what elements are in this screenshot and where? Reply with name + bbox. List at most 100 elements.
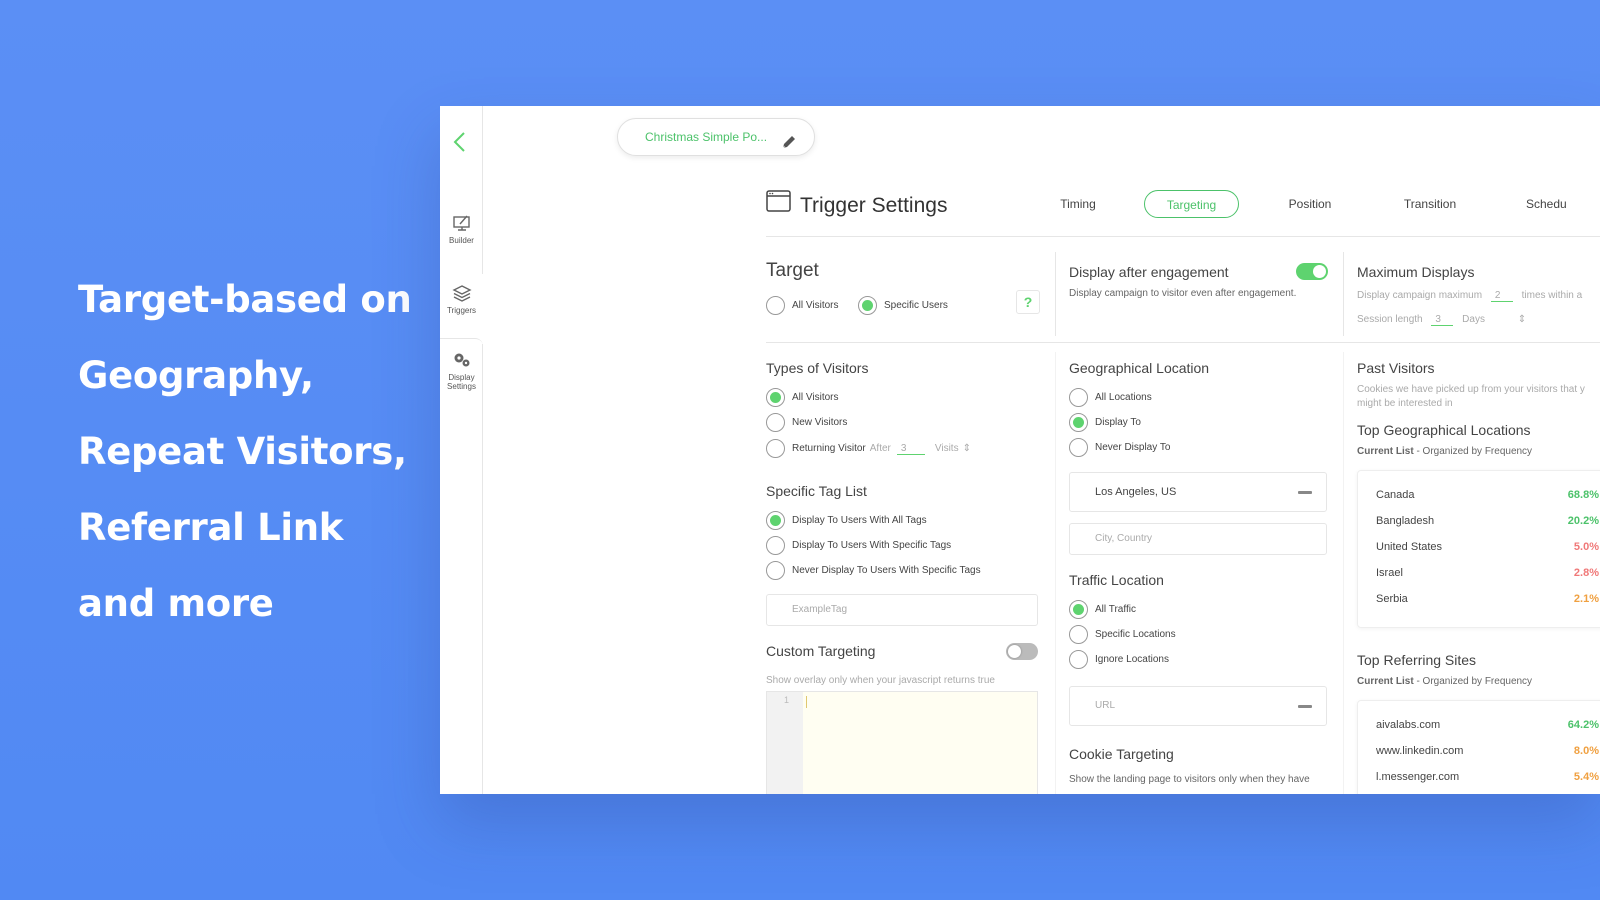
organized-by-label: - Organized by Frequency xyxy=(1413,446,1533,457)
visitors-all-radio[interactable]: All Visitors xyxy=(766,388,839,407)
radio-label: All Traffic xyxy=(1095,604,1136,615)
geo-never-radio[interactable]: Never Display To xyxy=(1069,438,1170,457)
after-visits-input[interactable]: 3 xyxy=(896,443,925,455)
geo-display-to-radio[interactable]: Display To xyxy=(1069,413,1141,432)
tab-schedule[interactable]: Schedu xyxy=(1514,190,1590,218)
remove-icon[interactable] xyxy=(1298,705,1312,708)
max-displays-suffix: times within a xyxy=(1521,290,1583,301)
radio-label: Display To Users With Specific Tags xyxy=(792,540,952,551)
back-arrow-icon[interactable] xyxy=(452,130,472,154)
help-button[interactable]: ? xyxy=(1016,290,1040,314)
country-percent: 68.8% xyxy=(1567,489,1599,501)
tab-targeting[interactable]: Targeting xyxy=(1144,190,1239,218)
past-visitors-description: might be interested in xyxy=(1357,398,1453,409)
traffic-all-radio[interactable]: All Traffic xyxy=(1069,600,1136,619)
text-cursor xyxy=(806,696,807,708)
past-visitors-description: Cookies we have picked up from your visi… xyxy=(1357,384,1585,395)
country-name: Serbia xyxy=(1376,593,1408,605)
headline-line: Repeat Visitors, xyxy=(78,430,407,473)
sidebar-item-builder[interactable]: Builder xyxy=(440,194,483,284)
url-placeholder: URL xyxy=(1095,700,1116,711)
code-editor[interactable]: 1 xyxy=(766,691,1038,794)
site-name: aivalabs.com xyxy=(1376,719,1441,731)
radio-label: Specific Locations xyxy=(1095,629,1176,640)
location-entry: Los Angeles, US xyxy=(1069,472,1327,512)
engagement-toggle[interactable] xyxy=(1296,263,1328,280)
traffic-ignore-radio[interactable]: Ignore Locations xyxy=(1069,650,1169,669)
geo-all-radio[interactable]: All Locations xyxy=(1069,388,1152,407)
sidebar-item-display-settings[interactable]: Display Settings xyxy=(440,338,483,408)
tags-specific-radio[interactable]: Display To Users With Specific Tags xyxy=(766,536,951,555)
divider xyxy=(1343,252,1344,336)
tab-timing[interactable]: Timing xyxy=(1040,190,1116,218)
cookie-title: Cookie Targeting xyxy=(1069,746,1174,762)
radio-label: All Visitors xyxy=(792,392,839,403)
tags-never-radio[interactable]: Never Display To Users With Specific Tag… xyxy=(766,561,981,580)
radio-label: Never Display To xyxy=(1095,442,1171,453)
list-item: aivalabs.com 64.2% xyxy=(1376,719,1600,731)
visitors-returning-radio[interactable]: Returning Visitor After 3 Visits ⇕ xyxy=(766,439,971,458)
divider xyxy=(1343,352,1344,794)
sidebar-item-label: Triggers xyxy=(446,306,477,315)
select-arrows-icon: ⇕ xyxy=(1517,314,1527,325)
tag-input[interactable]: ExampleTag xyxy=(766,594,1038,626)
visitors-new-radio[interactable]: New Visitors xyxy=(766,413,847,432)
radio-label: Returning Visitor xyxy=(792,443,866,454)
session-unit-select[interactable]: Days xyxy=(1462,314,1485,325)
after-label: After xyxy=(869,443,891,454)
top-ref-title: Top Referring Sites xyxy=(1357,652,1477,668)
builder-icon xyxy=(452,215,470,231)
site-percent: 8.0% xyxy=(1573,745,1599,757)
country-name: Bangladesh xyxy=(1376,515,1435,527)
campaign-name-pill[interactable]: Christmas Simple Po... xyxy=(617,118,815,156)
radio-label: Specific Users xyxy=(884,300,948,311)
max-displays-input[interactable]: 2 xyxy=(1490,290,1513,302)
custom-targeting-title: Custom Targeting xyxy=(766,643,876,659)
tags-all-radio[interactable]: Display To Users With All Tags xyxy=(766,511,927,530)
radio-label: All Locations xyxy=(1095,392,1152,403)
types-of-visitors-title: Types of Visitors xyxy=(766,360,869,376)
location-input[interactable]: City, Country xyxy=(1069,523,1327,555)
current-list-label: Current List xyxy=(1357,446,1414,457)
top-geo-list: Canada 68.8% Bangladesh 20.2% United State… xyxy=(1357,470,1600,628)
sidebar-item-triggers[interactable]: Triggers xyxy=(440,274,483,344)
list-item: Canada 68.8% xyxy=(1376,489,1600,501)
settings-tabs: Timing Targeting Position Transition Sch… xyxy=(1040,190,1600,218)
top-geo-subtitle: Current List - Organized by Frequency xyxy=(1357,446,1532,457)
radio-label: All Visitors xyxy=(792,300,839,311)
target-all-visitors-radio[interactable]: All Visitors xyxy=(766,296,839,315)
headline-line: Target-based on xyxy=(78,278,412,321)
country-name: United States xyxy=(1376,541,1443,553)
list-item: l.messenger.com 5.4% xyxy=(1376,771,1600,783)
radio-label: New Visitors xyxy=(792,417,848,428)
traffic-specific-radio[interactable]: Specific Locations xyxy=(1069,625,1176,644)
site-percent: 64.2% xyxy=(1567,719,1599,731)
list-item: Bangladesh 20.2% xyxy=(1376,515,1600,527)
headline-line: Referral Link xyxy=(78,506,344,549)
site-percent: 5.4% xyxy=(1573,771,1599,783)
visits-select[interactable]: Visits xyxy=(935,443,959,454)
past-visitors-title: Past Visitors xyxy=(1357,360,1435,376)
max-displays-prefix: Display campaign maximum xyxy=(1357,290,1483,301)
gears-icon xyxy=(454,353,469,367)
radio-label: Display To xyxy=(1095,417,1141,428)
remove-icon[interactable] xyxy=(1298,491,1312,494)
sidebar: Builder Triggers Display Settings xyxy=(440,106,483,794)
divider xyxy=(766,342,1600,343)
engagement-title: Display after engagement xyxy=(1069,264,1229,280)
custom-targeting-toggle[interactable] xyxy=(1006,643,1038,660)
country-percent: 2.8% xyxy=(1573,567,1599,579)
country-name: Israel xyxy=(1376,567,1403,579)
tab-position[interactable]: Position xyxy=(1272,190,1348,218)
current-list-label: Current List xyxy=(1357,676,1414,687)
select-arrows-icon: ⇕ xyxy=(962,443,971,454)
country-percent: 20.2% xyxy=(1567,515,1599,527)
target-specific-users-radio[interactable]: Specific Users xyxy=(858,296,948,315)
tab-transition[interactable]: Transition xyxy=(1392,190,1468,218)
headline-line: Geography, xyxy=(78,354,314,397)
cookie-description: Show the landing page to visitors only w… xyxy=(1069,774,1310,785)
pencil-icon[interactable] xyxy=(780,129,798,165)
marketing-headline: Target-based on Geography, Repeat Visito… xyxy=(78,262,418,642)
session-length-input[interactable]: 3 xyxy=(1431,314,1454,326)
url-input[interactable]: URL xyxy=(1069,686,1327,726)
